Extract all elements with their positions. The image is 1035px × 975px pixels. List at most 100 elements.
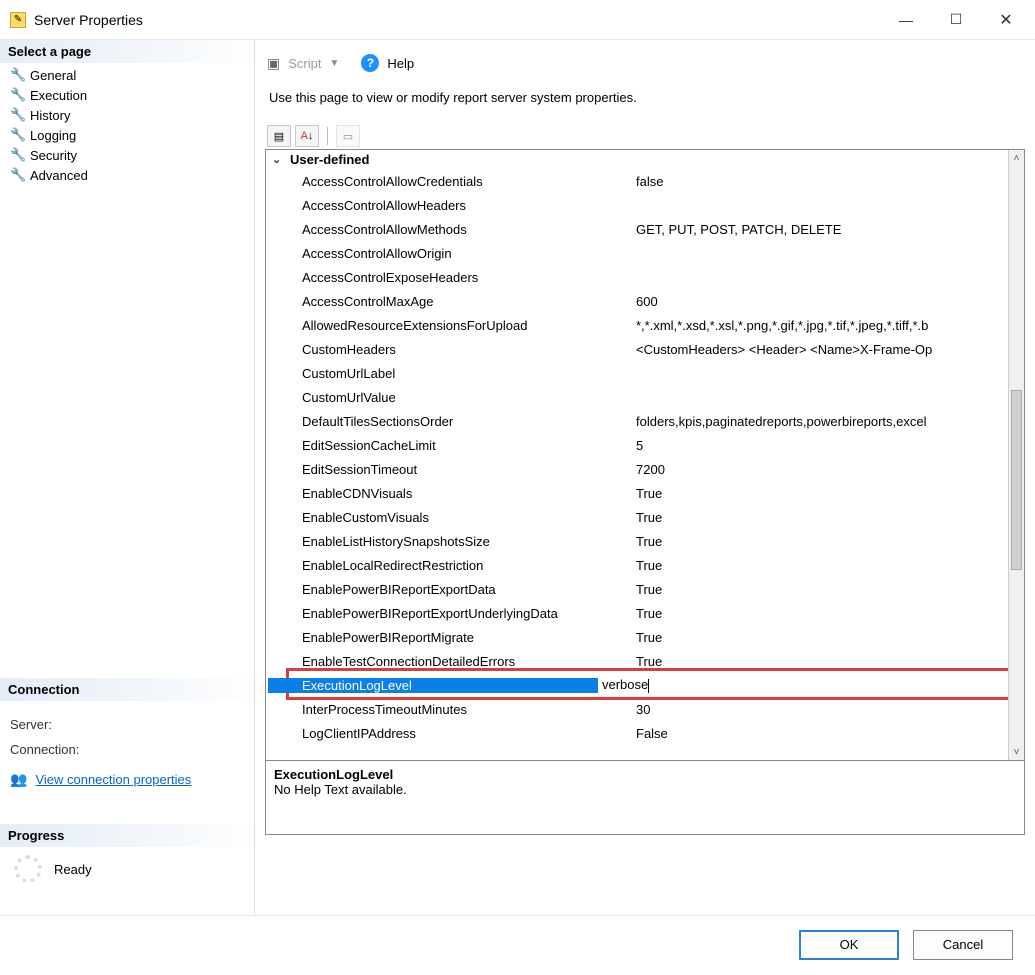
page-list: 🔧 General 🔧 Execution 🔧 History 🔧 Loggin… [0, 63, 254, 187]
help-panel-title: ExecutionLogLevel [274, 767, 1016, 782]
property-row[interactable]: AccessControlAllowOrigin [266, 241, 1008, 265]
wrench-icon: 🔧 [10, 147, 24, 163]
property-row[interactable]: CustomHeaders<CustomHeaders> <Header> <N… [266, 337, 1008, 361]
property-row[interactable]: EnableListHistorySnapshotsSizeTrue [266, 529, 1008, 553]
property-row[interactable]: AccessControlAllowMethodsGET, PUT, POST,… [266, 217, 1008, 241]
sidebar-item-label: General [30, 68, 76, 83]
property-row[interactable]: AccessControlExposeHeaders [266, 265, 1008, 289]
sidebar-item-general[interactable]: 🔧 General [4, 65, 250, 85]
progress-spinner-icon [14, 855, 42, 883]
property-row[interactable]: LogClientIPAddressFalse [266, 721, 1008, 745]
intro-text: Use this page to view or modify report s… [265, 86, 1025, 123]
property-value[interactable]: verbose [598, 677, 1008, 693]
sidebar-item-advanced[interactable]: 🔧 Advanced [4, 165, 250, 185]
sidebar-item-label: Advanced [30, 168, 88, 183]
property-value[interactable]: True [632, 534, 1008, 549]
server-label: Server: [10, 717, 244, 732]
cancel-button[interactable]: Cancel [913, 930, 1013, 960]
property-name: EnableCDNVisuals [302, 486, 632, 501]
property-row[interactable]: AccessControlMaxAge600 [266, 289, 1008, 313]
property-name: EnablePowerBIReportExportData [302, 582, 632, 597]
property-grid[interactable]: ⌄User-definedAccessControlAllowCredentia… [265, 149, 1025, 761]
scroll-thumb[interactable] [1011, 390, 1022, 570]
property-row[interactable]: CustomUrlValue [266, 385, 1008, 409]
property-value[interactable]: false [632, 174, 1008, 189]
property-row[interactable]: InterProcessTimeoutMinutes30 [266, 697, 1008, 721]
property-value[interactable]: 30 [632, 702, 1008, 717]
property-pages-button[interactable]: ▭ [336, 125, 360, 147]
property-value[interactable]: 600 [632, 294, 1008, 309]
property-name: LogClientIPAddress [302, 726, 632, 741]
property-name: EditSessionTimeout [302, 462, 632, 477]
property-name: EnableCustomVisuals [302, 510, 632, 525]
property-value[interactable]: False [632, 726, 1008, 741]
close-button[interactable]: ✕ [981, 3, 1031, 37]
help-panel-body: No Help Text available. [274, 782, 1016, 797]
property-row[interactable]: EditSessionCacheLimit5 [266, 433, 1008, 457]
progress-block: Ready [0, 847, 254, 891]
sidebar-item-security[interactable]: 🔧 Security [4, 145, 250, 165]
sidebar: Select a page 🔧 General 🔧 Execution 🔧 Hi… [0, 40, 255, 915]
property-row[interactable]: EnableTestConnectionDetailedErrorsTrue [266, 649, 1008, 673]
script-icon: ▣ [267, 55, 280, 72]
property-value[interactable]: 7200 [632, 462, 1008, 477]
progress-status: Ready [54, 862, 92, 877]
wrench-icon: 🔧 [10, 107, 24, 123]
property-row[interactable]: EditSessionTimeout7200 [266, 457, 1008, 481]
ok-button[interactable]: OK [799, 930, 899, 960]
scrollbar[interactable]: ˄ ˅ [1008, 150, 1024, 760]
property-value[interactable]: True [632, 654, 1008, 669]
help-panel: ExecutionLogLevel No Help Text available… [265, 761, 1025, 835]
help-icon[interactable]: ? [361, 54, 379, 72]
property-row[interactable]: EnablePowerBIReportMigrateTrue [266, 625, 1008, 649]
property-value[interactable]: True [632, 486, 1008, 501]
property-row[interactable]: EnableLocalRedirectRestrictionTrue [266, 553, 1008, 577]
property-row[interactable]: ExecutionLogLevelverbose [266, 673, 1008, 697]
scroll-down-icon[interactable]: ˅ [1009, 744, 1024, 760]
sidebar-item-execution[interactable]: 🔧 Execution [4, 85, 250, 105]
property-name: AccessControlAllowMethods [302, 222, 632, 237]
property-name: AccessControlAllowOrigin [302, 246, 632, 261]
sidebar-item-label: Security [30, 148, 77, 163]
property-name: EnablePowerBIReportMigrate [302, 630, 632, 645]
property-row[interactable]: AllowedResourceExtensionsForUpload*,*.xm… [266, 313, 1008, 337]
chevron-down-icon[interactable]: ▼ [329, 58, 339, 69]
property-grid-toolbar: ▤ A↓ ▭ [265, 123, 1025, 149]
property-value[interactable]: True [632, 606, 1008, 621]
scroll-up-icon[interactable]: ˄ [1009, 150, 1024, 166]
property-value[interactable]: GET, PUT, POST, PATCH, DELETE [632, 222, 1008, 237]
sidebar-header: Select a page [0, 40, 254, 63]
categorized-button[interactable]: ▤ [267, 125, 291, 147]
property-value[interactable]: True [632, 630, 1008, 645]
category-row[interactable]: ⌄User-defined [266, 150, 1008, 169]
script-button[interactable]: Script [288, 56, 321, 71]
property-name: CustomUrlValue [302, 390, 632, 405]
title-bar: ✎ Server Properties — ☐ ✕ [0, 0, 1035, 40]
property-row[interactable]: AccessControlAllowHeaders [266, 193, 1008, 217]
property-row[interactable]: DefaultTilesSectionsOrderfolders,kpis,pa… [266, 409, 1008, 433]
property-value[interactable]: folders,kpis,paginatedreports,powerbirep… [632, 414, 1008, 429]
wrench-icon: 🔧 [10, 127, 24, 143]
property-value[interactable]: *,*.xml,*.xsd,*.xsl,*.png,*.gif,*.jpg,*.… [632, 318, 1008, 333]
property-row[interactable]: EnablePowerBIReportExportDataTrue [266, 577, 1008, 601]
property-value[interactable]: True [632, 510, 1008, 525]
main-panel: ▣ Script ▼ ? Help Use this page to view … [255, 40, 1035, 915]
sidebar-item-logging[interactable]: 🔧 Logging [4, 125, 250, 145]
property-value[interactable]: 5 [632, 438, 1008, 453]
property-row[interactable]: EnableCustomVisualsTrue [266, 505, 1008, 529]
property-row[interactable]: EnableCDNVisualsTrue [266, 481, 1008, 505]
sidebar-item-history[interactable]: 🔧 History [4, 105, 250, 125]
connection-label: Connection: [10, 742, 244, 757]
view-connection-properties-link[interactable]: View connection properties [35, 772, 191, 787]
help-button[interactable]: Help [387, 56, 414, 71]
property-row[interactable]: CustomUrlLabel [266, 361, 1008, 385]
property-name: AccessControlExposeHeaders [302, 270, 632, 285]
property-value[interactable]: <CustomHeaders> <Header> <Name>X-Frame-O… [632, 342, 1008, 357]
property-value[interactable]: True [632, 582, 1008, 597]
property-row[interactable]: EnablePowerBIReportExportUnderlyingDataT… [266, 601, 1008, 625]
alphabetical-button[interactable]: A↓ [295, 125, 319, 147]
property-row[interactable]: AccessControlAllowCredentialsfalse [266, 169, 1008, 193]
property-value[interactable]: True [632, 558, 1008, 573]
maximize-button[interactable]: ☐ [931, 3, 981, 37]
minimize-button[interactable]: — [881, 3, 931, 37]
